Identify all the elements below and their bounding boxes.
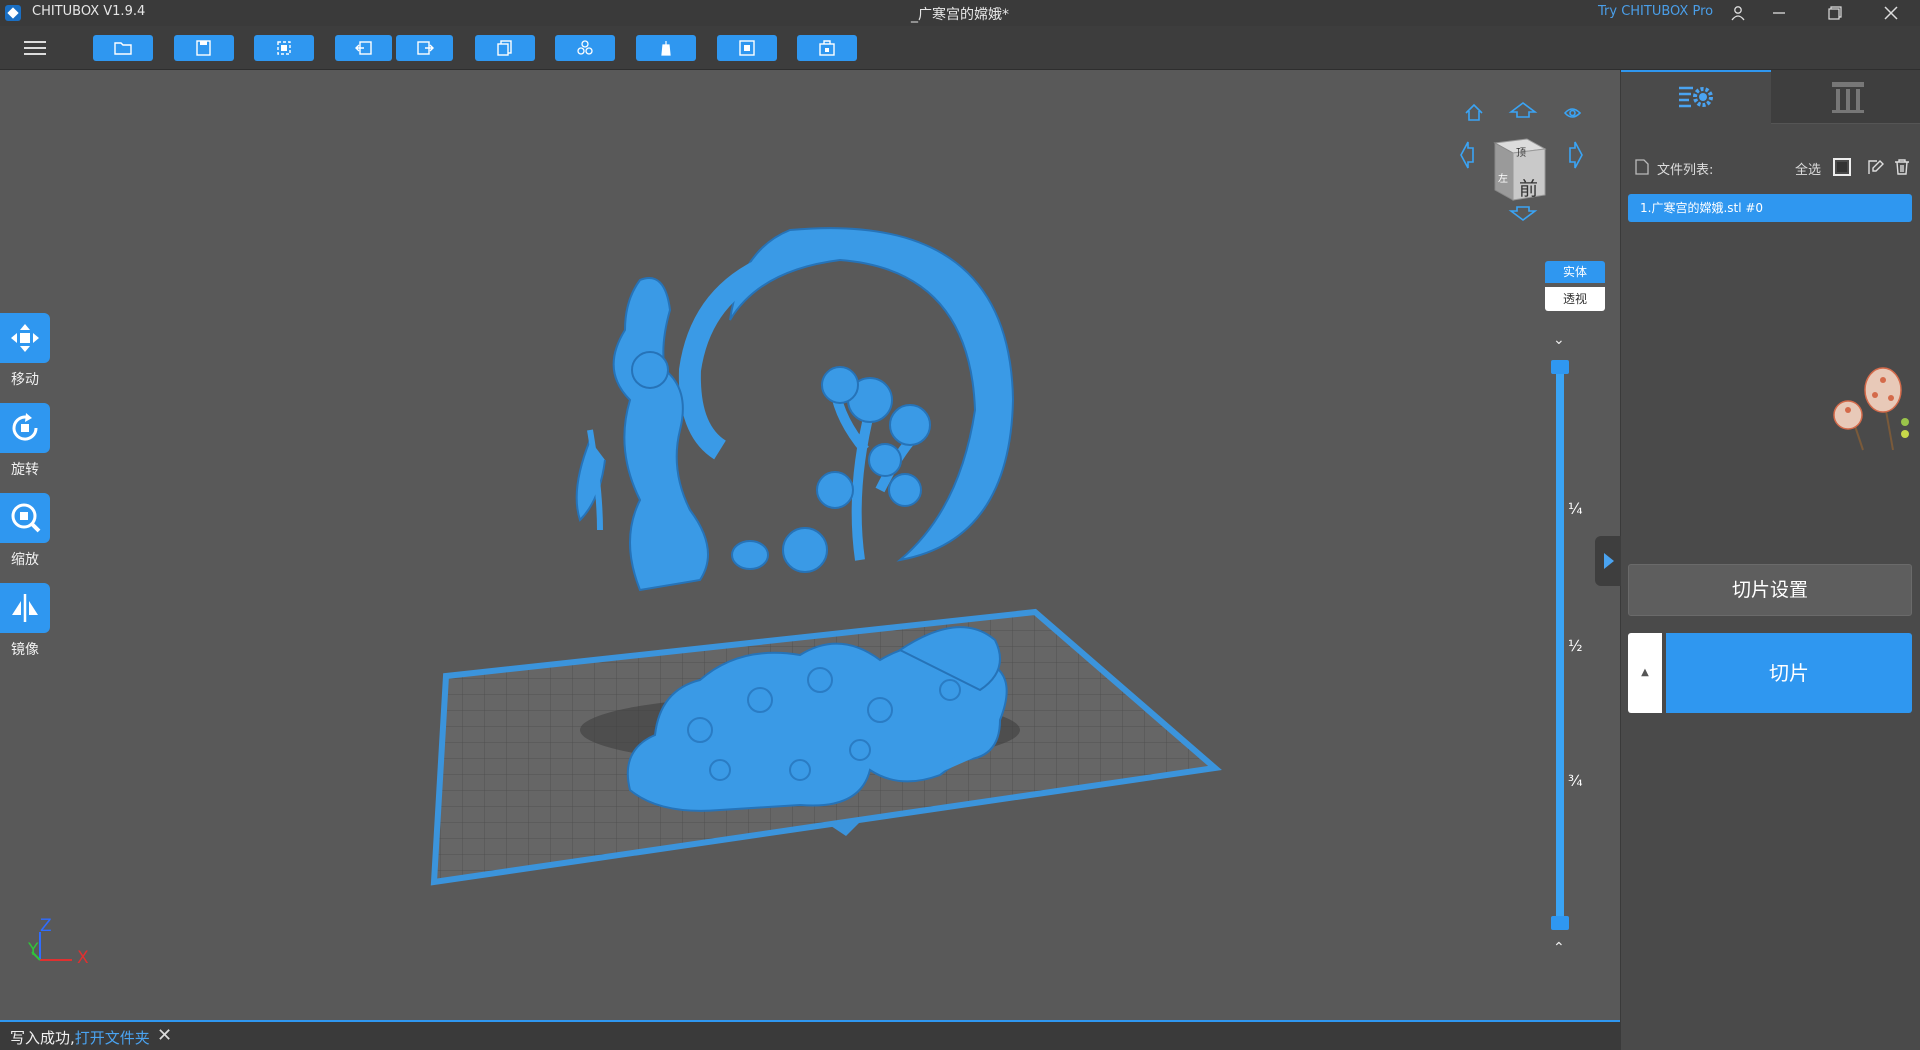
tab-support[interactable] xyxy=(1771,70,1920,124)
layer-slider-track[interactable] xyxy=(1556,362,1564,922)
mirror-icon[interactable] xyxy=(0,583,50,633)
tool-mirror[interactable]: 镜像 xyxy=(0,583,50,659)
status-bar: 写入成功,打开文件夹 ✕ xyxy=(0,1020,1620,1050)
edit-icon[interactable] xyxy=(1867,158,1885,176)
perspective-mode-button[interactable]: 透视 xyxy=(1545,287,1605,311)
select-all-checkbox[interactable] xyxy=(1833,158,1851,176)
close-icon[interactable] xyxy=(1866,0,1916,26)
status-close-icon[interactable]: ✕ xyxy=(157,1025,172,1046)
tool-mirror-label: 镜像 xyxy=(11,642,39,658)
cube-front-label[interactable]: 前 xyxy=(1519,174,1538,201)
redo-icon[interactable] xyxy=(396,35,453,61)
right-arrow-icon xyxy=(1569,141,1583,169)
save-icon[interactable] xyxy=(174,35,234,61)
support-icon[interactable] xyxy=(636,35,696,61)
status-message: 写入成功,打开文件夹 xyxy=(10,1027,150,1048)
tool-rotate[interactable]: 旋转 xyxy=(0,403,50,479)
slice-button[interactable]: 切片 xyxy=(1666,633,1912,713)
open-folder-link[interactable]: 打开文件夹 xyxy=(75,1029,150,1047)
axis-x-label: X xyxy=(77,948,89,968)
bottom-arrow-icon xyxy=(1508,206,1538,221)
tool-move-label: 移动 xyxy=(11,372,39,388)
rotate-icon[interactable] xyxy=(0,403,50,453)
decorative-plant-icon xyxy=(1833,367,1909,451)
multi-icon[interactable] xyxy=(555,35,615,61)
open-file-icon[interactable] xyxy=(93,35,153,61)
3d-viewport[interactable]: 移动 旋转 缩放 镜像 Z Y X 顶 左 前 实体 透视 ⌄ ¼ ½ ¾ ⌃ xyxy=(0,70,1620,1020)
tool-move[interactable]: 移动 xyxy=(0,313,50,389)
tool-scale[interactable]: 缩放 xyxy=(0,493,50,569)
panel-collapse-arrow-icon[interactable] xyxy=(1595,536,1621,586)
status-message-text: 写入成功, xyxy=(10,1029,75,1047)
axis-y-label: Y xyxy=(28,940,39,960)
home-view-icon xyxy=(1465,103,1483,121)
slice-options-arrow-icon[interactable]: ▲ xyxy=(1628,633,1662,713)
tool-rotate-label: 旋转 xyxy=(11,462,39,478)
left-arrow-icon xyxy=(1460,141,1474,169)
support-pillars-icon xyxy=(1832,82,1864,113)
undo-icon[interactable] xyxy=(335,35,392,61)
tool-scale-label: 缩放 xyxy=(11,552,39,568)
scale-icon[interactable] xyxy=(0,493,50,543)
right-panel: 文件列表: 全选 1.广寒宫的嫦娥.stl #0 切片设置 ▲ 切片 xyxy=(1595,70,1920,1050)
layer-slider-top-handle[interactable] xyxy=(1551,360,1569,374)
auto-layout-icon[interactable] xyxy=(254,35,314,61)
file-list-header: 文件列表: 全选 xyxy=(1631,156,1911,180)
move-icon[interactable] xyxy=(0,313,50,363)
copy-icon[interactable] xyxy=(475,35,535,61)
scene-render[interactable] xyxy=(0,70,1620,1020)
slider-down-chevron-icon[interactable]: ⌄ xyxy=(1553,332,1565,348)
solid-mode-button[interactable]: 实体 xyxy=(1545,261,1605,283)
slider-mark-quarter: ¼ xyxy=(1568,500,1583,518)
file-list-item[interactable]: 1.广寒宫的嫦娥.stl #0 xyxy=(1628,194,1912,222)
document-icon xyxy=(1635,159,1649,175)
select-all-label[interactable]: 全选 xyxy=(1795,159,1821,178)
dig-hole-icon[interactable] xyxy=(797,35,857,61)
hamburger-menu-icon[interactable] xyxy=(20,37,50,59)
title-bar: CHITUBOX V1.9.4 _广寒宫的嫦娥* Try CHITUBOX Pr… xyxy=(0,0,1920,26)
tab-model-settings[interactable] xyxy=(1621,70,1771,124)
layer-slider-bottom-handle[interactable] xyxy=(1551,916,1569,930)
cube-top-label[interactable]: 顶 xyxy=(1516,144,1526,159)
main-toolbar xyxy=(0,26,1920,70)
slider-mark-three-quarter: ¾ xyxy=(1568,772,1583,790)
slider-mark-half: ½ xyxy=(1568,637,1583,655)
slice-settings-button[interactable]: 切片设置 xyxy=(1628,564,1912,616)
cube-left-label[interactable]: 左 xyxy=(1498,170,1508,185)
axis-z-label: Z xyxy=(40,916,52,936)
try-pro-link[interactable]: Try CHITUBOX Pro xyxy=(1598,4,1713,19)
slider-up-chevron-icon[interactable]: ⌃ xyxy=(1553,940,1565,956)
list-gear-icon xyxy=(1679,86,1713,108)
minimize-icon[interactable] xyxy=(1754,0,1804,26)
restore-icon[interactable] xyxy=(1810,0,1860,26)
delete-icon[interactable] xyxy=(1893,158,1911,176)
file-list-label: 文件列表: xyxy=(1657,163,1714,178)
hollow-icon[interactable] xyxy=(717,35,777,61)
top-arrow-icon xyxy=(1508,102,1538,118)
